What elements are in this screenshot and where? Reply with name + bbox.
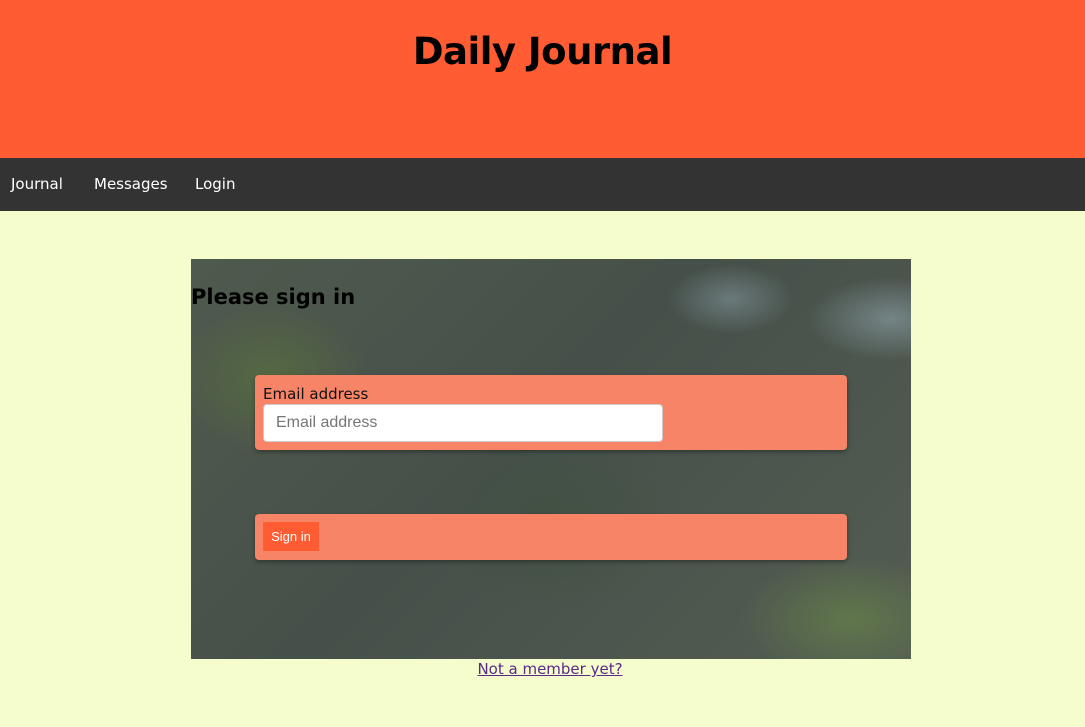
email-label: Email address: [263, 385, 369, 403]
email-input[interactable]: [263, 404, 663, 442]
signin-heading: Please sign in: [191, 285, 356, 309]
signin-button[interactable]: Sign in: [263, 522, 319, 551]
site-title: Daily Journal: [412, 30, 673, 73]
nav-item-journal[interactable]: Journal: [11, 158, 63, 211]
signin-button-card: Sign in: [255, 514, 847, 560]
site-header: Daily Journal: [0, 0, 1085, 158]
email-field-card: Email address: [255, 375, 847, 450]
signin-panel: Please sign in Email address Sign in: [191, 259, 911, 659]
register-link[interactable]: Not a member yet?: [0, 660, 1085, 678]
nav-item-login[interactable]: Login: [195, 158, 235, 211]
nav-item-messages[interactable]: Messages: [94, 158, 168, 211]
nav-bar: Journal Messages Login: [0, 158, 1085, 211]
